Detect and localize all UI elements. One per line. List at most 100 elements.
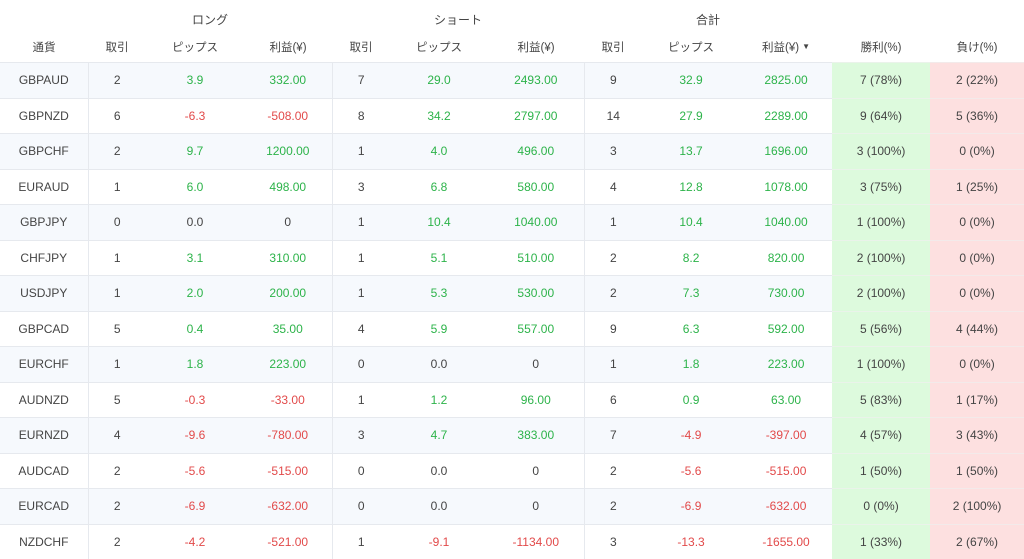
cell-total-profit: 1078.00 bbox=[740, 169, 832, 205]
cell-short-pips: 10.4 bbox=[390, 205, 488, 241]
cell-total-trades: 3 bbox=[584, 524, 642, 559]
cell-long-trades: 6 bbox=[88, 98, 146, 134]
cell-short-profit: 496.00 bbox=[488, 134, 584, 170]
table-row: EURAUD16.0498.0036.8580.00412.81078.003 … bbox=[0, 169, 1024, 205]
cell-win: 9 (64%) bbox=[832, 98, 930, 134]
cell-total-trades: 9 bbox=[584, 63, 642, 99]
cell-long-pips: -6.3 bbox=[146, 98, 244, 134]
cell-short-pips: 4.7 bbox=[390, 418, 488, 454]
cell-total-pips: -13.3 bbox=[642, 524, 740, 559]
cell-short-profit: 0 bbox=[488, 453, 584, 489]
cell-long-trades: 2 bbox=[88, 489, 146, 525]
table-row: GBPCAD50.435.0045.9557.0096.3592.005 (56… bbox=[0, 311, 1024, 347]
cell-long-trades: 1 bbox=[88, 276, 146, 312]
cell-long-trades: 2 bbox=[88, 453, 146, 489]
cell-short-trades: 1 bbox=[332, 205, 390, 241]
cell-win: 2 (100%) bbox=[832, 276, 930, 312]
cell-total-profit: 63.00 bbox=[740, 382, 832, 418]
col-header-total-profit[interactable]: 利益(¥)▼ bbox=[740, 32, 832, 63]
cell-total-pips: -5.6 bbox=[642, 453, 740, 489]
cell-long-profit: -521.00 bbox=[244, 524, 332, 559]
col-header-long-trades[interactable]: 取引 bbox=[88, 32, 146, 63]
cell-short-trades: 3 bbox=[332, 169, 390, 205]
cell-currency: EURCAD bbox=[0, 489, 88, 525]
header-group-spacer bbox=[832, 0, 1024, 32]
table-row: NZDCHF2-4.2-521.001-9.1-1134.003-13.3-16… bbox=[0, 524, 1024, 559]
cell-loss: 0 (0%) bbox=[930, 240, 1024, 276]
cell-long-trades: 1 bbox=[88, 169, 146, 205]
col-header-short-profit[interactable]: 利益(¥) bbox=[488, 32, 584, 63]
col-header-long-pips[interactable]: ピップス bbox=[146, 32, 244, 63]
cell-short-trades: 0 bbox=[332, 347, 390, 383]
table-row: EURCAD2-6.9-632.0000.002-6.9-632.000 (0%… bbox=[0, 489, 1024, 525]
cell-short-trades: 1 bbox=[332, 276, 390, 312]
cell-total-trades: 1 bbox=[584, 347, 642, 383]
table-row: AUDNZD5-0.3-33.0011.296.0060.963.005 (83… bbox=[0, 382, 1024, 418]
cell-long-pips: 6.0 bbox=[146, 169, 244, 205]
cell-currency: EURAUD bbox=[0, 169, 88, 205]
cell-long-pips: -4.2 bbox=[146, 524, 244, 559]
cell-loss: 0 (0%) bbox=[930, 205, 1024, 241]
cell-short-profit: 0 bbox=[488, 347, 584, 383]
cell-total-trades: 7 bbox=[584, 418, 642, 454]
cell-short-trades: 1 bbox=[332, 134, 390, 170]
cell-loss: 2 (67%) bbox=[930, 524, 1024, 559]
cell-long-profit: 223.00 bbox=[244, 347, 332, 383]
cell-currency: GBPAUD bbox=[0, 63, 88, 99]
header-group-spacer bbox=[0, 0, 88, 32]
col-header-total-trades[interactable]: 取引 bbox=[584, 32, 642, 63]
cell-currency: CHFJPY bbox=[0, 240, 88, 276]
cell-long-pips: 9.7 bbox=[146, 134, 244, 170]
cell-currency: EURCHF bbox=[0, 347, 88, 383]
cell-total-trades: 14 bbox=[584, 98, 642, 134]
cell-short-profit: 2797.00 bbox=[488, 98, 584, 134]
col-header-loss[interactable]: 負け(%) bbox=[930, 32, 1024, 63]
cell-short-pips: 0.0 bbox=[390, 347, 488, 383]
cell-total-trades: 2 bbox=[584, 240, 642, 276]
cell-win: 3 (100%) bbox=[832, 134, 930, 170]
cell-win: 4 (57%) bbox=[832, 418, 930, 454]
cell-short-profit: 510.00 bbox=[488, 240, 584, 276]
cell-win: 3 (75%) bbox=[832, 169, 930, 205]
cell-short-profit: -1134.00 bbox=[488, 524, 584, 559]
col-header-currency[interactable]: 通貨 bbox=[0, 32, 88, 63]
cell-short-pips: 0.0 bbox=[390, 453, 488, 489]
cell-long-trades: 5 bbox=[88, 382, 146, 418]
cell-long-pips: -0.3 bbox=[146, 382, 244, 418]
cell-long-trades: 2 bbox=[88, 134, 146, 170]
table-row: GBPAUD23.9332.00729.02493.00932.92825.00… bbox=[0, 63, 1024, 99]
cell-short-trades: 1 bbox=[332, 524, 390, 559]
cell-short-pips: 5.9 bbox=[390, 311, 488, 347]
cell-long-trades: 1 bbox=[88, 347, 146, 383]
cell-long-pips: -5.6 bbox=[146, 453, 244, 489]
cell-win: 1 (50%) bbox=[832, 453, 930, 489]
cell-long-profit: -515.00 bbox=[244, 453, 332, 489]
cell-short-pips: 34.2 bbox=[390, 98, 488, 134]
cell-loss: 3 (43%) bbox=[930, 418, 1024, 454]
table-body: GBPAUD23.9332.00729.02493.00932.92825.00… bbox=[0, 63, 1024, 559]
col-header-win[interactable]: 勝利(%) bbox=[832, 32, 930, 63]
cell-total-profit: 592.00 bbox=[740, 311, 832, 347]
cell-total-profit: 2289.00 bbox=[740, 98, 832, 134]
cell-long-trades: 2 bbox=[88, 524, 146, 559]
cell-long-pips: 3.1 bbox=[146, 240, 244, 276]
cell-currency: AUDCAD bbox=[0, 453, 88, 489]
header-group-total: 合計 bbox=[584, 0, 832, 32]
cell-currency: EURNZD bbox=[0, 418, 88, 454]
table-row: EURCHF11.8223.0000.0011.8223.001 (100%)0… bbox=[0, 347, 1024, 383]
cell-total-trades: 9 bbox=[584, 311, 642, 347]
cell-long-profit: 35.00 bbox=[244, 311, 332, 347]
table-header: ロング ショート 合計 通貨 取引 ピップス 利益(¥) 取引 ピップス 利益(… bbox=[0, 0, 1024, 63]
cell-currency: GBPJPY bbox=[0, 205, 88, 241]
col-header-long-profit[interactable]: 利益(¥) bbox=[244, 32, 332, 63]
cell-win: 7 (78%) bbox=[832, 63, 930, 99]
cell-short-trades: 8 bbox=[332, 98, 390, 134]
cell-loss: 1 (17%) bbox=[930, 382, 1024, 418]
col-header-short-trades[interactable]: 取引 bbox=[332, 32, 390, 63]
cell-total-pips: -6.9 bbox=[642, 489, 740, 525]
cell-short-pips: -9.1 bbox=[390, 524, 488, 559]
col-header-total-pips[interactable]: ピップス bbox=[642, 32, 740, 63]
col-header-short-pips[interactable]: ピップス bbox=[390, 32, 488, 63]
cell-loss: 5 (36%) bbox=[930, 98, 1024, 134]
cell-currency: NZDCHF bbox=[0, 524, 88, 559]
